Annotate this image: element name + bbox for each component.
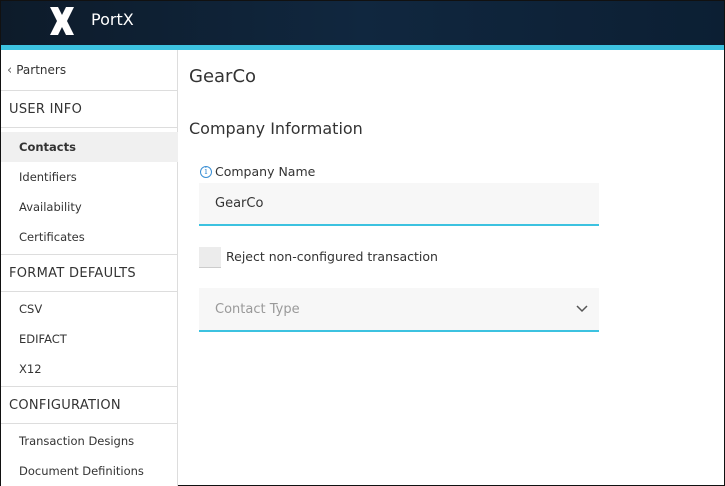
section-user-info: USER INFO [1,90,178,128]
sidebar-item-certificates[interactable]: Certificates [1,222,178,252]
sidebar-item-transaction-designs[interactable]: Transaction Designs [1,426,178,456]
contact-type-placeholder: Contact Type [215,301,300,317]
sidebar-item-csv[interactable]: CSV [1,294,178,324]
sidebar-item-identifiers[interactable]: Identifiers [1,162,178,192]
section-title: Company Information [189,119,363,138]
sidebar-item-availability[interactable]: Availability [1,192,178,222]
info-icon[interactable]: i [200,165,212,178]
reject-transaction-label: Reject non-configured transaction [226,249,438,264]
sidebar-item-document-definitions[interactable]: Document Definitions [1,456,178,486]
company-name-label: i Company Name [200,164,315,179]
sidebar-item-edifact[interactable]: EDIFACT [1,324,178,354]
main-content: GearCo Company Information i Company Nam… [179,50,724,486]
brand-name: PortX [91,10,134,29]
back-link-label: Partners [16,63,67,77]
reject-transaction-checkbox[interactable] [199,247,221,268]
company-name-input[interactable] [199,183,599,226]
chevron-down-icon [576,305,588,313]
app-header: PortX [1,1,724,45]
contact-type-select[interactable]: Contact Type [199,288,599,332]
section-format-defaults: FORMAT DEFAULTS [1,254,178,292]
chevron-left-icon: ‹ [7,62,13,78]
back-to-partners-link[interactable]: ‹ Partners [1,50,178,90]
sidebar: ‹ Partners USER INFO Contacts Identifier… [1,50,178,486]
sidebar-item-x12[interactable]: X12 [1,354,178,384]
company-name-label-text: Company Name [215,164,316,179]
sidebar-item-contacts[interactable]: Contacts [1,132,178,162]
portx-logo-icon[interactable] [47,5,77,37]
page-title: GearCo [189,66,257,87]
section-configuration: CONFIGURATION [1,386,178,424]
